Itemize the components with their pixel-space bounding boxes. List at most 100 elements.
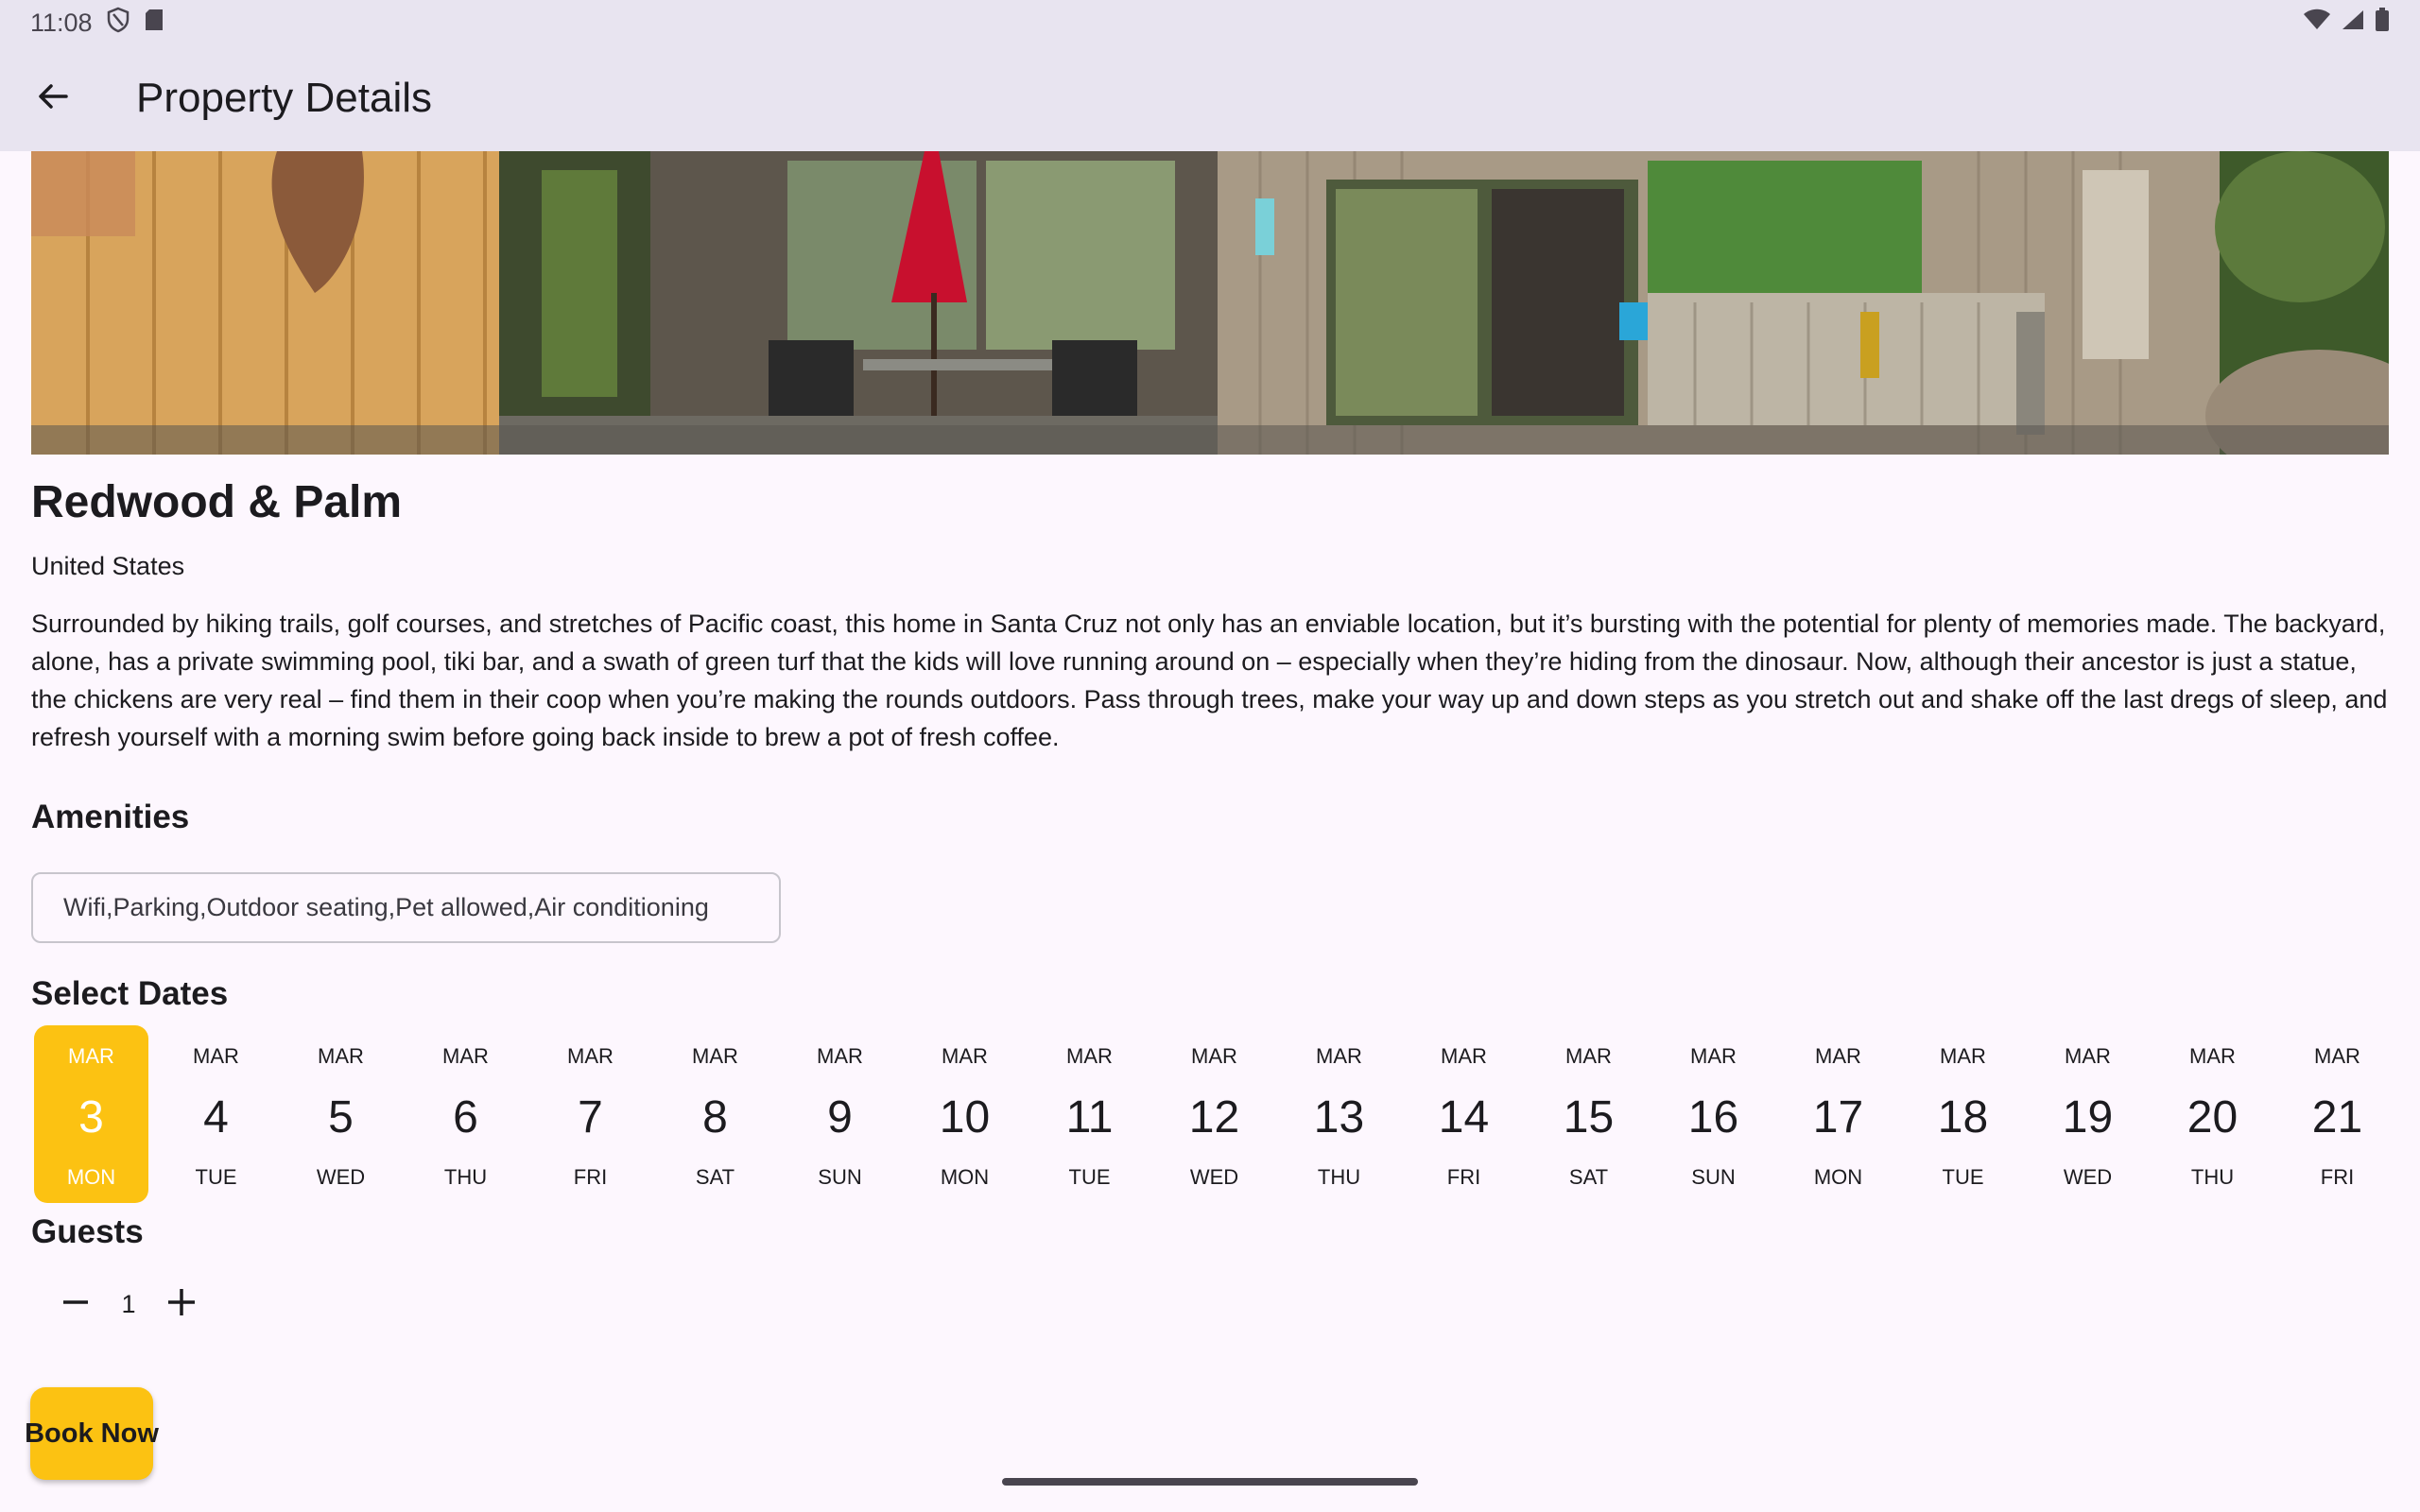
date-cell[interactable]: MAR 7 FRI	[533, 1025, 648, 1203]
property-description: Surrounded by hiking trails, golf course…	[31, 610, 2388, 751]
date-month: MAR	[1191, 1044, 1237, 1068]
back-button[interactable]	[15, 60, 91, 136]
date-day: 6	[453, 1092, 478, 1143]
home-indicator[interactable]	[1002, 1478, 1418, 1486]
date-month: MAR	[2314, 1044, 2360, 1068]
status-bar: 11:08	[0, 0, 2420, 45]
date-month: MAR	[1066, 1044, 1113, 1068]
status-right	[2303, 7, 2390, 39]
date-month: MAR	[1690, 1044, 1737, 1068]
date-month: MAR	[68, 1044, 114, 1068]
guest-count: 1	[121, 1289, 136, 1318]
signal-icon	[2341, 9, 2365, 38]
date-weekday: TUE	[1942, 1165, 1984, 1189]
date-cell[interactable]: MAR 4 TUE	[159, 1025, 273, 1203]
date-day: 13	[1313, 1092, 1365, 1143]
date-weekday: FRI	[573, 1165, 608, 1189]
date-cell[interactable]: MAR 15 SAT	[1531, 1025, 1646, 1203]
battery-icon	[2375, 7, 2390, 39]
date-cell[interactable]: MAR 5 WED	[284, 1025, 398, 1203]
minus-icon	[60, 1287, 91, 1322]
page-title: Property Details	[136, 75, 433, 121]
property-country: United States	[31, 552, 185, 580]
date-weekday: MON	[940, 1165, 990, 1189]
app-bar: Property Details	[0, 45, 2420, 151]
date-weekday: SUN	[1691, 1165, 1736, 1189]
arrow-left-icon	[34, 77, 72, 120]
shield-icon	[106, 7, 130, 40]
date-cell[interactable]: MAR 12 WED	[1157, 1025, 1271, 1203]
date-weekday: THU	[443, 1165, 488, 1189]
date-cell[interactable]: MAR 18 TUE	[1906, 1025, 2020, 1203]
sd-card-icon	[144, 8, 164, 39]
date-day: 11	[1065, 1092, 1114, 1143]
increase-guests-button[interactable]	[155, 1278, 208, 1331]
date-cell[interactable]: MAR 17 MON	[1781, 1025, 1895, 1203]
date-cell[interactable]: MAR 16 SUN	[1656, 1025, 1771, 1203]
date-month: MAR	[318, 1044, 364, 1068]
date-day: 3	[78, 1092, 104, 1143]
date-cell[interactable]: MAR 13 THU	[1282, 1025, 1396, 1203]
date-day: 9	[827, 1092, 853, 1143]
date-cell[interactable]: MAR 9 SUN	[783, 1025, 897, 1203]
date-day: 19	[2062, 1092, 2114, 1143]
date-month: MAR	[2065, 1044, 2111, 1068]
date-weekday: MON	[66, 1165, 116, 1189]
date-day: 17	[1812, 1092, 1864, 1143]
select-dates-heading: Select Dates	[31, 975, 229, 1012]
date-month: MAR	[567, 1044, 614, 1068]
date-month: MAR	[692, 1044, 738, 1068]
date-weekday: SAT	[1568, 1165, 1609, 1189]
date-cell[interactable]: MAR 8 SAT	[658, 1025, 772, 1203]
plus-icon	[166, 1287, 197, 1322]
date-weekday: FRI	[2320, 1165, 2355, 1189]
date-month: MAR	[1940, 1044, 1986, 1068]
amenities-value: Wifi,Parking,Outdoor seating,Pet allowed…	[63, 893, 709, 921]
date-cell[interactable]: MAR 20 THU	[2155, 1025, 2270, 1203]
date-cell[interactable]: MAR 3 MON	[34, 1025, 148, 1203]
date-month: MAR	[193, 1044, 239, 1068]
date-weekday: SUN	[818, 1165, 862, 1189]
date-month: MAR	[817, 1044, 863, 1068]
date-cell[interactable]: MAR 21 FRI	[2280, 1025, 2394, 1203]
date-day: 5	[328, 1092, 354, 1143]
date-cell[interactable]: MAR 6 THU	[408, 1025, 523, 1203]
date-month: MAR	[442, 1044, 489, 1068]
guest-stepper: 1	[49, 1278, 208, 1331]
date-day: 4	[203, 1092, 229, 1143]
date-month: MAR	[942, 1044, 988, 1068]
property-photo	[31, 151, 2389, 455]
date-day: 7	[578, 1092, 603, 1143]
date-cell[interactable]: MAR 14 FRI	[1407, 1025, 1521, 1203]
amenities-field[interactable]: Wifi,Parking,Outdoor seating,Pet allowed…	[31, 872, 781, 943]
date-cell[interactable]: MAR 11 TUE	[1032, 1025, 1147, 1203]
date-weekday: THU	[2190, 1165, 2235, 1189]
property-name: Redwood & Palm	[31, 477, 403, 527]
amenities-heading: Amenities	[31, 799, 190, 835]
date-weekday: TUE	[195, 1165, 237, 1189]
date-day: 21	[2311, 1092, 2363, 1143]
date-month: MAR	[1441, 1044, 1487, 1068]
date-weekday: SAT	[695, 1165, 735, 1189]
wifi-icon	[2303, 9, 2331, 38]
book-now-button[interactable]: Book Now	[25, 1387, 159, 1480]
date-picker: MAR 3 MON MAR 4 TUE MAR 5 WED MAR 6 THU MAR 7 FRI MAR 8 S…	[34, 1025, 2394, 1203]
date-weekday: WED	[2063, 1165, 2113, 1189]
date-day: 16	[1687, 1092, 1739, 1143]
decrease-guests-button[interactable]	[49, 1278, 102, 1331]
date-weekday: THU	[1317, 1165, 1361, 1189]
date-cell[interactable]: MAR 19 WED	[2031, 1025, 2145, 1203]
date-day: 15	[1563, 1092, 1615, 1143]
date-day: 20	[2187, 1092, 2238, 1143]
date-weekday: WED	[316, 1165, 366, 1189]
status-left: 11:08	[30, 7, 164, 40]
date-month: MAR	[1316, 1044, 1362, 1068]
date-weekday: MON	[1813, 1165, 1863, 1189]
guests-heading: Guests	[31, 1213, 144, 1250]
date-cell[interactable]: MAR 10 MON	[908, 1025, 1022, 1203]
date-month: MAR	[1815, 1044, 1861, 1068]
date-month: MAR	[1565, 1044, 1612, 1068]
date-day: 14	[1438, 1092, 1490, 1143]
status-time: 11:08	[30, 8, 93, 37]
date-day: 12	[1188, 1092, 1240, 1143]
